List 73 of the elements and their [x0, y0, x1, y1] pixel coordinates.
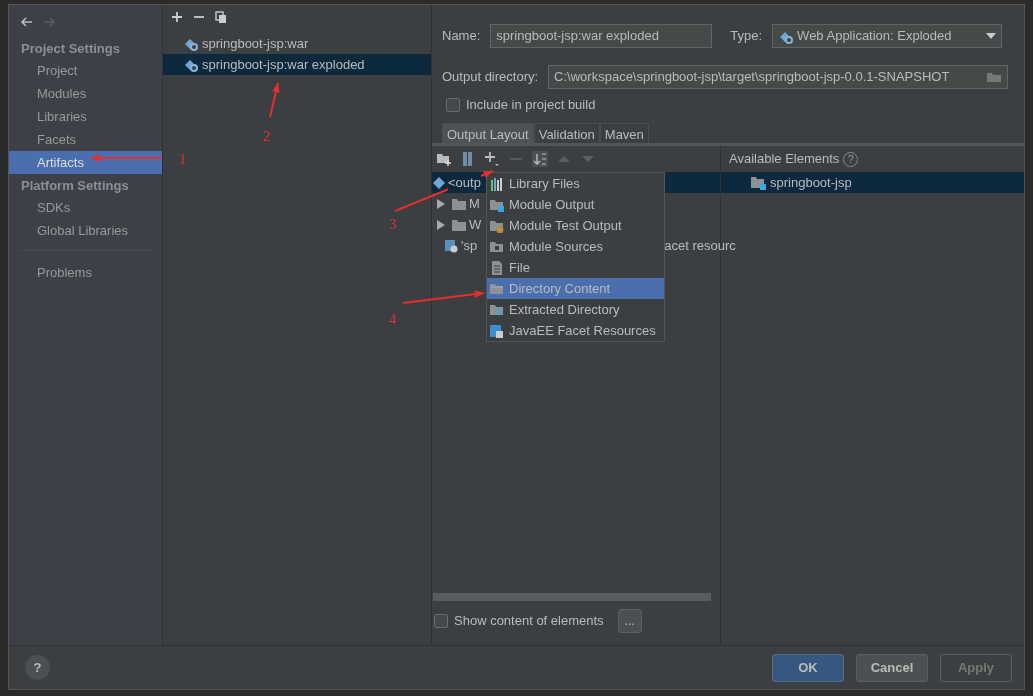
panel-title: Available Elements — [729, 150, 840, 169]
dropdown-caret-icon — [986, 33, 997, 39]
folder-icon — [490, 302, 504, 317]
menu-item[interactable]: File — [487, 257, 664, 278]
annotation-number: 3 — [389, 215, 397, 234]
name-field[interactable]: springboot-jsp:war exploded — [490, 24, 713, 48]
sidebar-item[interactable]: Problems — [9, 261, 162, 284]
tree-item-label[interactable]: M — [469, 193, 480, 214]
checkbox[interactable] — [446, 98, 460, 112]
annotation-number: 1 — [179, 150, 187, 169]
checkbox-label: Include in project build — [466, 96, 596, 115]
tree-item-label[interactable]: W — [469, 214, 482, 235]
annotation-number: 4 — [389, 310, 397, 329]
tab[interactable]: Maven — [599, 123, 649, 143]
section-title: Platform Settings — [20, 177, 130, 195]
facet-icon — [490, 323, 504, 338]
dialog-button[interactable]: OK — [772, 653, 844, 682]
menu-item[interactable]: Library Files — [487, 173, 664, 194]
folder-icon — [452, 218, 466, 231]
artifact-item[interactable]: springboot-jsp:war exploded — [163, 54, 431, 75]
sort-icon[interactable] — [532, 151, 548, 167]
sidebar-item[interactable]: SDKs — [9, 196, 162, 219]
plus-icon[interactable] — [171, 11, 183, 23]
menu-item[interactable]: Module Output — [487, 194, 664, 215]
tab[interactable]: Output Layout — [442, 123, 534, 143]
output-directory-value: C:\workspace\springboot-jsp\target\springboot-jsp-0.0.1-SNAPSHOT — [554, 68, 950, 87]
menu-item[interactable]: Directory Content — [487, 278, 664, 299]
help-button[interactable]: ? — [25, 655, 50, 680]
menu-item[interactable]: Module Sources — [487, 236, 664, 257]
copy-icon[interactable] — [215, 11, 227, 23]
artifact-icon — [183, 57, 198, 72]
file-icon — [490, 260, 504, 275]
checkbox[interactable] — [434, 614, 448, 628]
sidebar-item[interactable]: Modules — [9, 82, 162, 105]
expand-arrow-icon[interactable] — [436, 198, 446, 209]
add-dropdown-icon[interactable] — [484, 151, 500, 167]
section-title: Project Settings — [20, 40, 121, 58]
library-icon — [490, 176, 504, 191]
scrollbar[interactable] — [433, 593, 711, 601]
sidebar-item[interactable]: Global Libraries — [9, 219, 162, 242]
menu-item[interactable]: Module Test Output — [487, 215, 664, 236]
dialog-button[interactable]: Cancel — [856, 653, 928, 682]
output-directory-label: Output directory: — [442, 68, 539, 87]
artifact-item[interactable]: springboot-jsp:war — [163, 33, 431, 54]
menu-item[interactable]: Extracted Directory — [487, 299, 664, 320]
artifact-icon — [432, 175, 446, 190]
tab[interactable]: Validation — [533, 123, 600, 143]
new-folder-icon[interactable] — [436, 151, 452, 167]
name-label: Name: — [442, 27, 481, 46]
sidebar-item[interactable]: Artifacts — [9, 151, 162, 174]
type-dropdown[interactable]: Web Application: Exploded — [772, 24, 1003, 48]
module-icon — [751, 175, 766, 190]
checkbox-label: Show content of elements — [454, 612, 604, 631]
sidebar-item[interactable]: Libraries — [9, 105, 162, 128]
folder-icon — [490, 281, 504, 296]
expand-arrow-icon[interactable] — [436, 219, 446, 230]
annotation-number: 2 — [263, 127, 271, 146]
folder-icon — [452, 197, 466, 210]
sidebar-item[interactable]: Facets — [9, 128, 162, 151]
folder-icon — [490, 239, 504, 254]
more-button[interactable]: ... — [617, 609, 642, 633]
facet-icon — [444, 238, 458, 253]
menu-item[interactable]: JavaEE Facet Resources — [487, 320, 664, 341]
back-arrow-icon[interactable] — [19, 15, 33, 29]
tree-item-label[interactable]: <outp — [448, 172, 481, 193]
sidebar-item[interactable]: Project — [9, 59, 162, 82]
artifact-icon — [183, 36, 198, 51]
type-label: Type: — [730, 27, 763, 46]
output-directory-field[interactable]: C:\workspace\springboot-jsp\target\springboot-jsp-0.0.1-SNAPSHOT — [548, 65, 1008, 89]
folder-icon — [490, 218, 504, 233]
type-value: Web Application: Exploded — [797, 27, 952, 46]
tree-item-label[interactable]: 'sp — [461, 235, 478, 256]
folder-icon — [490, 197, 504, 212]
